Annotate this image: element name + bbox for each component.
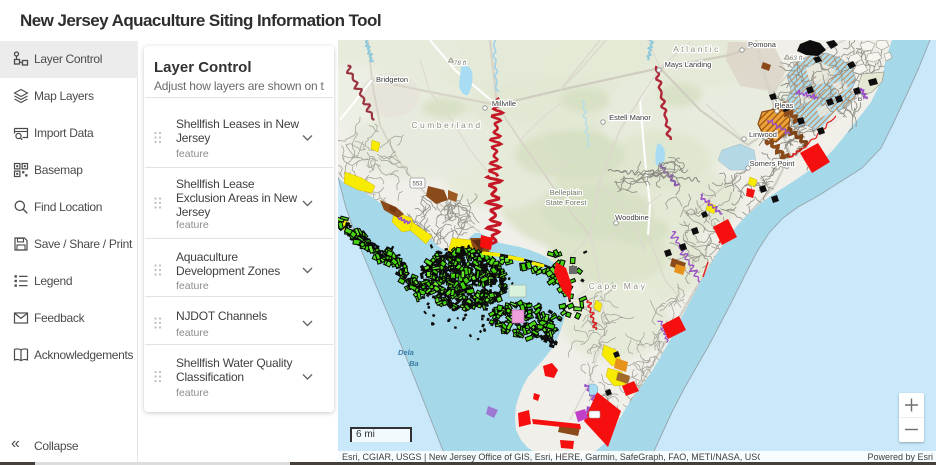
svg-text:Belleplain: Belleplain: [550, 188, 583, 197]
svg-text:Linwood: Linwood: [749, 130, 777, 139]
svg-text:Bridgeton: Bridgeton: [376, 75, 408, 84]
svg-text:Mays Landing: Mays Landing: [665, 60, 712, 69]
svg-text:Millville: Millville: [492, 99, 516, 108]
svg-text:Somers Point: Somers Point: [749, 159, 795, 168]
svg-text:Estell Manor: Estell Manor: [609, 113, 651, 122]
svg-text:Pomona: Pomona: [748, 40, 777, 49]
svg-text:Ba: Ba: [409, 359, 419, 368]
svg-text:63 ft: 63 ft: [790, 55, 804, 62]
svg-text:Dela: Dela: [398, 348, 414, 357]
svg-text:78 ft: 78 ft: [454, 60, 468, 67]
svg-text:Woodbine: Woodbine: [615, 213, 649, 222]
svg-text:Atlantic: Atlantic: [673, 44, 721, 54]
svg-text:Cumberland: Cumberland: [411, 120, 482, 130]
svg-text:Cape May: Cape May: [589, 281, 648, 291]
svg-text:553: 553: [412, 182, 423, 188]
svg-text:State Forest: State Forest: [546, 198, 588, 207]
